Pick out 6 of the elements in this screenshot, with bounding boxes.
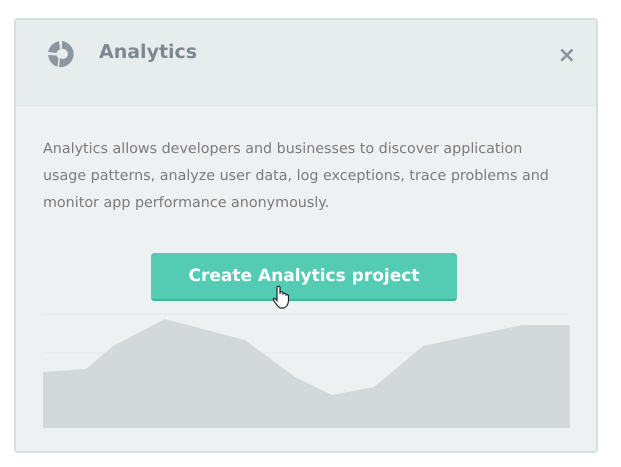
close-button[interactable]: × <box>556 44 578 68</box>
pie-chart-icon <box>47 40 75 68</box>
hand-cursor-icon <box>272 285 290 309</box>
description-text: Analytics allows developers and businesses to discover application usage patterns, analyze user data, log exceptions, trace problems and monitor app performance anonymously. <box>43 140 550 213</box>
create-project-button[interactable]: Create Analytics project <box>151 253 457 301</box>
card-title: Analytics <box>99 40 198 65</box>
